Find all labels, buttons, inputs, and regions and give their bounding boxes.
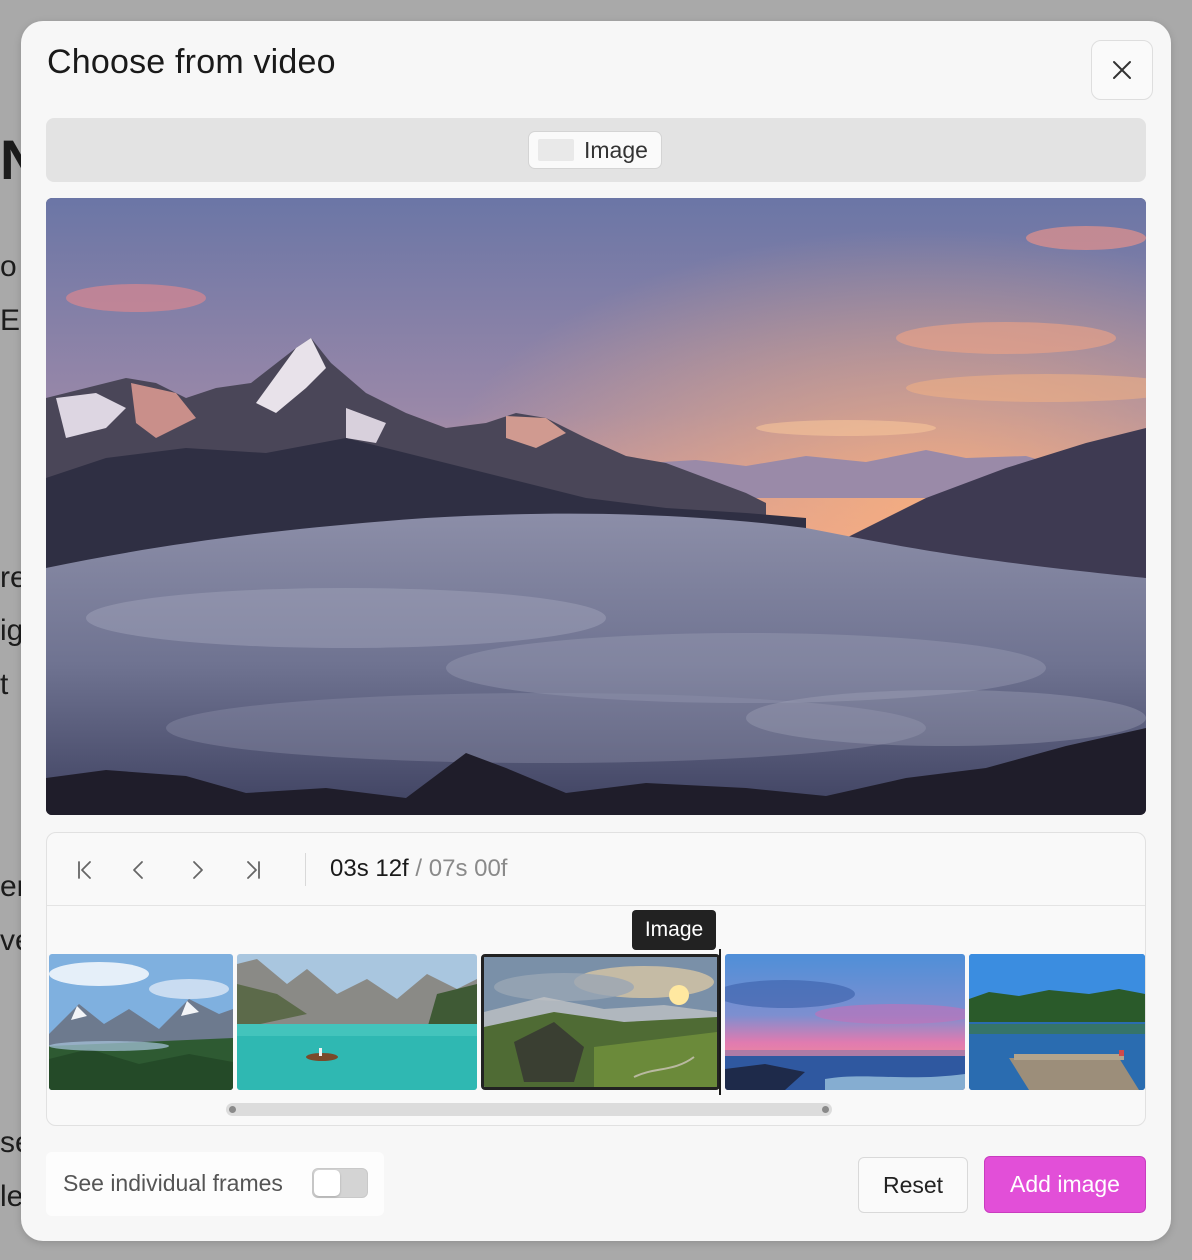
previous-frame-button[interactable] [124, 855, 154, 885]
individual-frames-toggle-row: See individual frames [46, 1152, 384, 1216]
tab-image[interactable]: Image [528, 131, 662, 169]
playback-controls: 03s 12f / 07s 00f [47, 833, 1145, 906]
close-icon [1113, 61, 1131, 79]
skip-to-end-icon [247, 861, 260, 879]
tab-image-label: Image [584, 136, 648, 163]
current-time: 03s 12f [330, 855, 409, 882]
frame-thumbnail[interactable] [725, 954, 965, 1090]
previous-frame-icon [133, 861, 143, 879]
timeline-scrollbar[interactable] [226, 1103, 832, 1116]
reset-button[interactable]: Reset [858, 1157, 968, 1213]
close-button[interactable] [1091, 40, 1153, 100]
individual-frames-label: See individual frames [63, 1170, 283, 1196]
skip-to-end-button[interactable] [238, 855, 268, 885]
playhead-tooltip: Image [632, 910, 716, 950]
scrollbar-end-handle[interactable] [822, 1106, 829, 1113]
frame-thumbnail[interactable] [49, 954, 233, 1090]
frame-thumbnail-selected[interactable] [481, 954, 720, 1090]
next-frame-button[interactable] [182, 855, 212, 885]
frame-preview-image [46, 198, 1146, 815]
background-text-fragment: o [0, 250, 17, 283]
total-time: 07s 00f [428, 855, 508, 882]
skip-to-start-icon [78, 861, 91, 879]
background-text-fragment: t [0, 668, 9, 701]
frame-timeline: 03s 12f / 07s 00f Image [46, 832, 1146, 1126]
frame-thumbnail[interactable] [969, 954, 1145, 1090]
frame-thumbnail[interactable] [237, 954, 477, 1090]
background-text-fragment: ig [0, 614, 24, 647]
next-frame-icon [193, 861, 203, 879]
modal-title: Choose from video [47, 43, 336, 81]
timecode: 03s 12f / 07s 00f [330, 855, 507, 883]
choose-from-video-modal: Choose from video Image 03s 12f / 07s 00… [21, 21, 1171, 1241]
toggle-knob [314, 1170, 340, 1196]
time-separator: / [408, 855, 429, 882]
scrollbar-start-handle[interactable] [229, 1106, 236, 1113]
controls-divider [305, 853, 306, 886]
playhead[interactable] [719, 949, 721, 1095]
media-tab-bar: Image [46, 118, 1146, 182]
image-tab-icon [538, 139, 574, 161]
add-image-button[interactable]: Add image [984, 1156, 1146, 1213]
individual-frames-toggle[interactable] [312, 1168, 368, 1198]
background-text-fragment: le [0, 1180, 24, 1213]
skip-to-start-button[interactable] [70, 855, 100, 885]
